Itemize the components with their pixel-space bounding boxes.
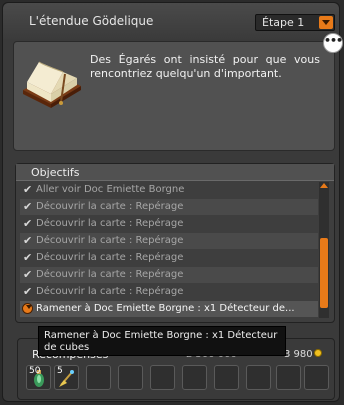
checkmark-icon: ✔	[23, 200, 33, 213]
reward-slot[interactable]	[118, 365, 143, 390]
step-select-value: Étape 1	[262, 16, 305, 29]
reward-slot[interactable]: 5	[54, 365, 79, 390]
kama-coin-icon	[314, 349, 322, 357]
objectives-scrollbar[interactable]	[319, 182, 329, 318]
scroll-up-icon[interactable]	[320, 182, 328, 190]
description-box: Des Égarés ont insisté pour que vous ren…	[13, 41, 335, 151]
objective-label: Découvrir la carte : Repérage	[36, 235, 184, 246]
reward-slot[interactable]: 50	[26, 365, 51, 390]
more-options-button[interactable]: •••	[323, 33, 343, 53]
checkmark-icon: ✔	[23, 234, 33, 247]
objective-row[interactable]: ✔ Découvrir la carte : Repérage	[20, 267, 318, 283]
objective-row[interactable]: ✔ Découvrir la carte : Repérage	[20, 199, 318, 215]
title-bar: L'étendue Gödelique Étape 1	[3, 3, 339, 41]
chevron-down-icon[interactable]	[319, 16, 333, 29]
objective-label: Découvrir la carte : Repérage	[36, 269, 184, 280]
quest-description: Des Égarés ont insisté pour que vous ren…	[90, 53, 320, 80]
reward-slot[interactable]	[304, 365, 329, 390]
reward-slot[interactable]	[86, 365, 111, 390]
pending-objective-icon	[22, 303, 33, 314]
objective-label: Ramener à Doc Emiette Borgne : x1 Détect…	[36, 303, 295, 314]
reward-slot[interactable]	[246, 365, 271, 390]
checkmark-icon: ✔	[23, 285, 33, 298]
reward-slot[interactable]	[214, 365, 239, 390]
checkmark-icon: ✔	[23, 183, 33, 196]
objectives-header: Objectifs	[16, 164, 334, 181]
objective-tooltip: Ramener à Doc Emiette Borgne : x1 Détect…	[38, 326, 286, 356]
objective-row[interactable]: ✔ Découvrir la carte : Repérage	[20, 233, 318, 249]
objective-label: Découvrir la carte : Repérage	[36, 252, 184, 263]
quest-title: L'étendue Gödelique	[29, 14, 154, 28]
objective-row[interactable]: ✔ Aller voir Doc Emiette Borgne	[20, 182, 318, 198]
objective-row[interactable]: ✔ Découvrir la carte : Repérage	[20, 250, 318, 266]
checkmark-icon: ✔	[23, 217, 33, 230]
open-book-icon	[23, 61, 81, 108]
reward-slot[interactable]	[150, 365, 175, 390]
objectives-panel: Objectifs ✔ Aller voir Doc Emiette Borgn…	[15, 163, 335, 323]
reward-slot[interactable]	[276, 365, 301, 390]
slot-quantity: 5	[57, 366, 63, 376]
objective-label: Découvrir la carte : Repérage	[36, 201, 184, 212]
reward-slot[interactable]	[182, 365, 207, 390]
objective-label: Aller voir Doc Emiette Borgne	[36, 184, 185, 195]
objective-label: Découvrir la carte : Repérage	[36, 286, 184, 297]
objectives-title: Objectifs	[31, 166, 80, 179]
objective-row[interactable]: ✔ Découvrir la carte : Repérage	[20, 216, 318, 232]
scroll-thumb[interactable]	[320, 238, 328, 308]
objective-row[interactable]: ✔ Découvrir la carte : Repérage	[20, 284, 318, 300]
objective-label: Découvrir la carte : Repérage	[36, 218, 184, 229]
slot-quantity: 50	[29, 366, 41, 376]
checkmark-icon: ✔	[23, 268, 33, 281]
step-select[interactable]: Étape 1	[255, 14, 335, 31]
kamas-reward: 3 980	[284, 349, 313, 360]
checkmark-icon: ✔	[23, 251, 33, 264]
objective-row-active[interactable]: Ramener à Doc Emiette Borgne : x1 Détect…	[20, 301, 318, 317]
